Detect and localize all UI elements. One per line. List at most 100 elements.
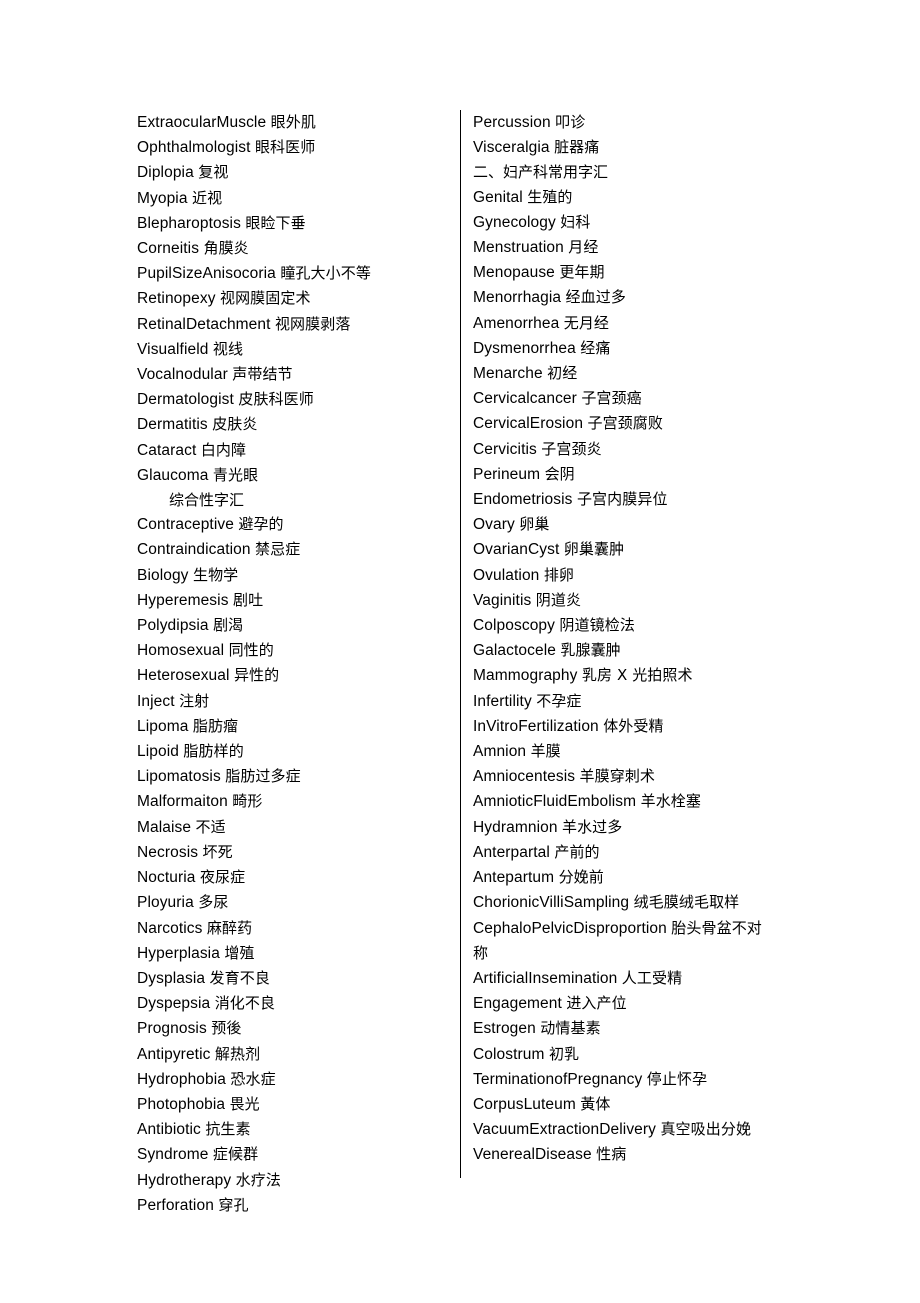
glossary-entry: Lipoma 脂肪瘤 <box>137 714 447 739</box>
entry-gloss: 子宫内膜异位 <box>576 490 668 509</box>
entry-term: CervicalErosion <box>473 415 584 433</box>
entry-term: Necrosis <box>137 843 199 861</box>
glossary-entry: Hyperemesis 剧吐 <box>137 588 447 613</box>
entry-term: TerminationofPregnancy <box>473 1070 643 1088</box>
glossary-entry: Colostrum 初乳 <box>473 1042 773 1067</box>
entry-term: ChorionicVilliSampling <box>473 894 630 912</box>
entry-term: CorpusLuteum <box>473 1095 576 1113</box>
entry-gloss: 初经 <box>547 364 578 383</box>
glossary-entry: Homosexual 同性的 <box>137 638 447 663</box>
entry-gloss: 避孕的 <box>238 515 284 534</box>
entry-term: Heterosexual <box>137 667 230 685</box>
glossary-entry: Dermatologist 皮肤科医师 <box>137 387 447 412</box>
glossary-entry: CorpusLuteum 黃体 <box>473 1092 773 1117</box>
entry-gloss: 坏死 <box>202 842 233 861</box>
entry-gloss: 卵巢囊肿 <box>563 540 625 559</box>
entry-gloss: 月经 <box>568 238 599 257</box>
entry-gloss: 注射 <box>179 691 210 710</box>
entry-gloss: 麻醉药 <box>206 918 253 937</box>
glossary-entry: Hydramnion 羊水过多 <box>473 815 773 840</box>
entry-term: Ovary <box>473 516 515 534</box>
glossary-entry: Cervicitis 子宫颈炎 <box>473 437 773 462</box>
glossary-entry: Ovulation 排卵 <box>473 563 773 588</box>
entry-gloss: 阴道镜检法 <box>559 616 635 635</box>
glossary-entry: Contraceptive 避孕的 <box>137 512 447 537</box>
entry-term: Antepartum <box>473 869 555 887</box>
glossary-entry: Estrogen 动情基素 <box>473 1016 773 1041</box>
glossary-entry: Perforation 穿孔 <box>137 1193 447 1218</box>
glossary-entry: Narcotics 麻醉药 <box>137 916 447 941</box>
entry-gloss: 不孕症 <box>536 691 582 710</box>
entry-gloss: 剧吐 <box>232 590 264 609</box>
entry-gloss: 经血过多 <box>565 288 626 307</box>
entry-term: Colposcopy <box>473 617 555 635</box>
entry-term: Dyspepsia <box>137 995 211 1013</box>
entry-gloss: 经痛 <box>580 338 611 357</box>
glossary-entry: Prognosis 预後 <box>137 1016 447 1041</box>
entry-term: Infertility <box>473 692 532 710</box>
entry-gloss: 脂肪瘤 <box>192 716 239 735</box>
glossary-entry: CephaloPelvicDisproportion 胎头骨盆不对称 <box>473 916 773 966</box>
glossary-entry: RetinalDetachment 视网膜剥落 <box>137 312 447 337</box>
entry-term: Lipoma <box>137 717 189 735</box>
entry-gloss: 子宫颈炎 <box>541 439 602 458</box>
glossary-entry: Dysplasia 发育不良 <box>137 966 447 991</box>
entry-term: Glaucoma <box>137 466 209 484</box>
entry-term: Malformaiton <box>137 793 228 811</box>
entry-gloss: 皮肤炎 <box>212 415 258 434</box>
glossary-entry: Polydipsia 剧渴 <box>137 613 447 638</box>
entry-gloss: 阴道炎 <box>535 590 582 609</box>
glossary-entry: OvarianCyst 卵巢囊肿 <box>473 537 773 562</box>
entry-term: ArtificialInsemination <box>473 969 618 987</box>
entry-term: Dermatitis <box>137 416 208 434</box>
entry-term: Homosexual <box>137 642 225 660</box>
entry-term: Corneitis <box>137 240 200 258</box>
glossary-entry: Antepartum 分娩前 <box>473 865 773 890</box>
entry-term: Cervicitis <box>473 440 537 458</box>
entry-gloss: 进入产位 <box>566 994 627 1013</box>
glossary-entry: Malaise 不适 <box>137 815 447 840</box>
entry-gloss: 妇科 <box>560 212 591 231</box>
glossary-entry: Menopause 更年期 <box>473 260 773 285</box>
glossary-entry: Visceralgia 脏器痛 <box>473 135 773 160</box>
entry-term: Lipomatosis <box>137 768 221 786</box>
glossary-entry: Corneitis 角膜炎 <box>137 236 447 261</box>
glossary-entry: VenerealDisease 性病 <box>473 1142 773 1167</box>
entry-term: Visceralgia <box>473 139 550 157</box>
entry-term: Vocalnodular <box>137 366 228 384</box>
entry-term: InVitroFertilization <box>473 717 599 735</box>
entry-gloss: 更年期 <box>559 263 605 282</box>
entry-gloss: 眼外肌 <box>270 113 316 131</box>
entry-term: Estrogen <box>473 1020 536 1038</box>
entry-term: Amnion <box>473 743 527 761</box>
left-column: ExtraocularMuscle 眼外肌 Ophthalmologist 眼科医… <box>137 110 447 1218</box>
entry-term: Polydipsia <box>137 617 209 635</box>
entry-gloss: 剧渴 <box>213 616 244 635</box>
entry-term: Cataract <box>137 441 197 459</box>
glossary-entry: Heterosexual 异性的 <box>137 663 447 688</box>
glossary-entry: Amnion 羊膜 <box>473 739 773 764</box>
glossary-entry: Colposcopy 阴道镜检法 <box>473 613 773 638</box>
entry-gloss: 瞳孔大小不等 <box>280 264 371 283</box>
entry-term: Blepharoptosis <box>137 214 241 232</box>
entry-term: VenerealDisease <box>473 1146 592 1164</box>
glossary-entry: Menorrhagia 经血过多 <box>473 285 773 310</box>
entry-term: Colostrum <box>473 1045 545 1063</box>
entry-gloss: 绒毛膜绒毛取样 <box>633 893 740 912</box>
entry-term: Ovulation <box>473 566 540 584</box>
entry-gloss: 眼睑下垂 <box>245 213 306 232</box>
glossary-entry: Menstruation 月经 <box>473 235 773 260</box>
entry-gloss: 体外受精 <box>603 716 664 735</box>
glossary-entry: Glaucoma 青光眼 <box>137 463 447 488</box>
glossary-entry: InVitroFertilization 体外受精 <box>473 714 773 739</box>
entry-gloss: 异性的 <box>233 666 280 685</box>
glossary-entry: Engagement 进入产位 <box>473 991 773 1016</box>
glossary-entry: AmnioticFluidEmbolism 羊水栓塞 <box>473 789 773 814</box>
entry-term: Prognosis <box>137 1020 207 1038</box>
entry-term: Mammography <box>473 667 578 685</box>
glossary-entry: Contraindication 禁忌症 <box>137 537 447 562</box>
entry-gloss: 禁忌症 <box>255 540 301 559</box>
entry-term: Menopause <box>473 264 555 282</box>
entry-term: Perforation <box>137 1196 214 1214</box>
glossary-entry: Blepharoptosis 眼睑下垂 <box>137 211 447 236</box>
